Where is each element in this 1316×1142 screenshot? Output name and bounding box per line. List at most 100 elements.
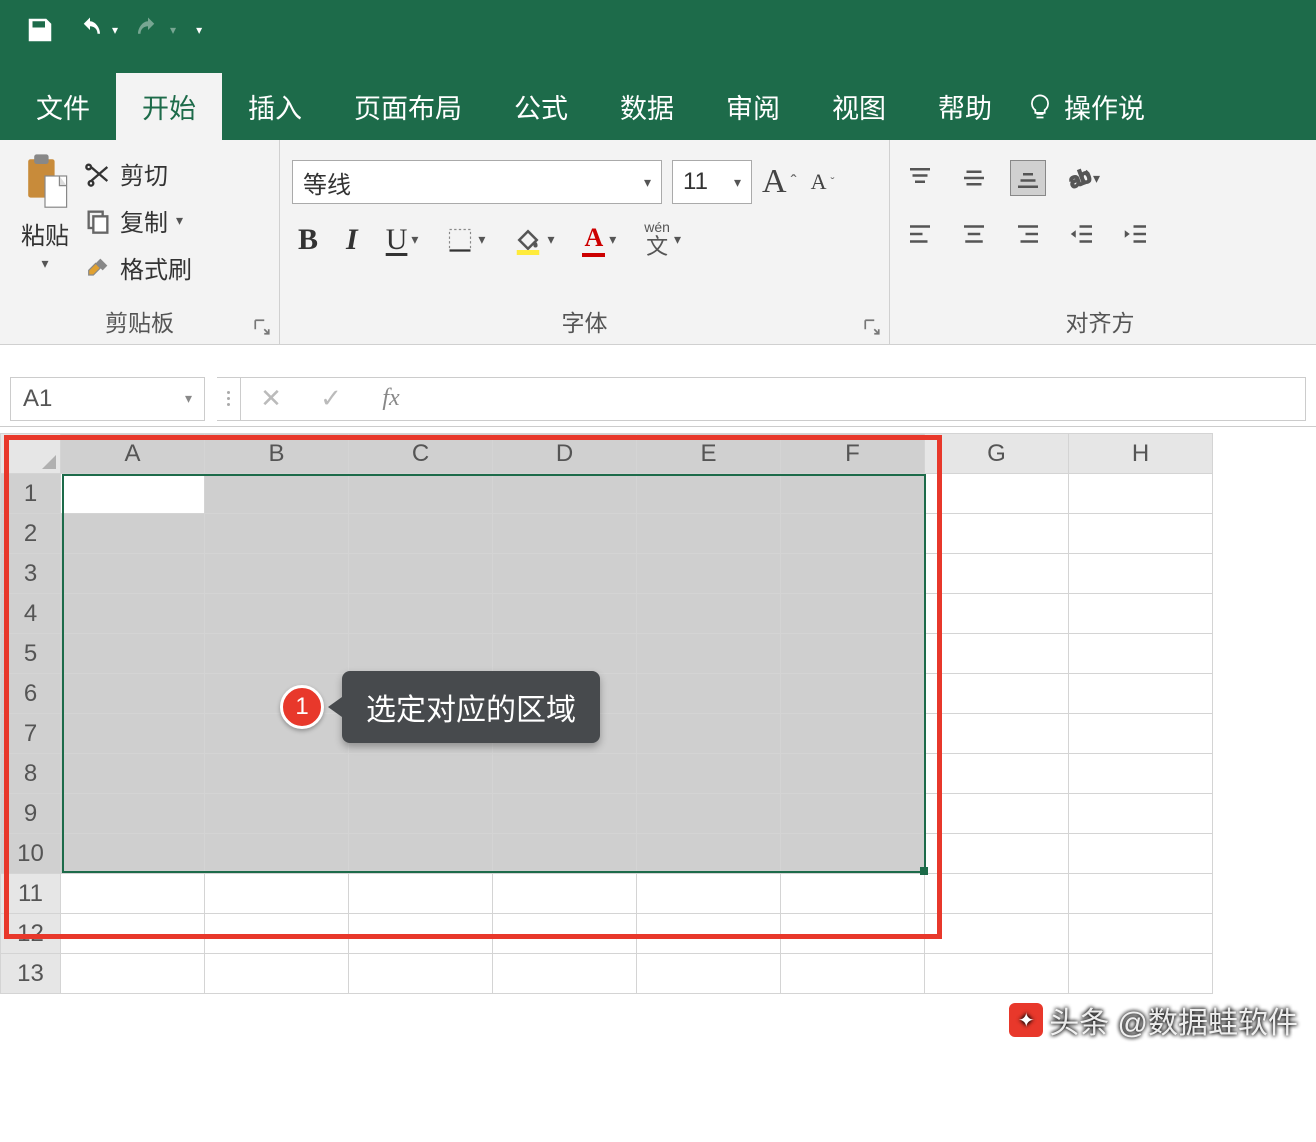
font-size-combo[interactable]: 11 ▾: [672, 160, 752, 204]
cell-F10[interactable]: [781, 834, 925, 874]
shrink-font-button[interactable]: Aˇ: [807, 169, 835, 195]
paste-button[interactable]: 粘贴 ▾: [12, 146, 78, 272]
tab-data[interactable]: 数据: [594, 73, 700, 140]
cell-G11[interactable]: [925, 874, 1069, 914]
cell-A9[interactable]: [61, 794, 205, 834]
cell-A7[interactable]: [61, 714, 205, 754]
tell-me-search[interactable]: 操作说: [1018, 73, 1153, 140]
tab-file[interactable]: 文件: [10, 73, 116, 140]
cell-C2[interactable]: [349, 514, 493, 554]
column-header-A[interactable]: A: [61, 434, 205, 474]
formula-input[interactable]: [421, 377, 1306, 421]
row-header-3[interactable]: 3: [1, 554, 61, 594]
phonetic-guide-button[interactable]: wén 文 ▾: [644, 220, 681, 260]
cell-E3[interactable]: [637, 554, 781, 594]
cell-F6[interactable]: [781, 674, 925, 714]
qat-customize[interactable]: ▾: [196, 23, 202, 37]
cell-H6[interactable]: [1069, 674, 1213, 714]
row-header-5[interactable]: 5: [1, 634, 61, 674]
row-header-7[interactable]: 7: [1, 714, 61, 754]
insert-function-button[interactable]: fx: [361, 385, 421, 412]
cell-A10[interactable]: [61, 834, 205, 874]
cell-E13[interactable]: [637, 954, 781, 994]
redo-button[interactable]: [128, 10, 168, 50]
cell-F5[interactable]: [781, 634, 925, 674]
cell-F11[interactable]: [781, 874, 925, 914]
cell-H13[interactable]: [1069, 954, 1213, 994]
cell-B5[interactable]: [205, 634, 349, 674]
cell-G6[interactable]: [925, 674, 1069, 714]
cell-A1[interactable]: [61, 474, 205, 514]
orientation-button[interactable]: ab ▾: [1064, 160, 1100, 196]
cell-G4[interactable]: [925, 594, 1069, 634]
cell-H4[interactable]: [1069, 594, 1213, 634]
cell-A5[interactable]: [61, 634, 205, 674]
tab-formulas[interactable]: 公式: [488, 73, 594, 140]
cell-E1[interactable]: [637, 474, 781, 514]
cell-C10[interactable]: [349, 834, 493, 874]
font-launcher[interactable]: [863, 318, 881, 336]
underline-button[interactable]: U▾: [386, 223, 419, 257]
align-middle-button[interactable]: [956, 160, 992, 196]
row-header-6[interactable]: 6: [1, 674, 61, 714]
fill-color-button[interactable]: ▾: [513, 225, 554, 255]
font-color-button[interactable]: A ▾: [582, 223, 616, 257]
row-header-12[interactable]: 12: [1, 914, 61, 954]
cell-F9[interactable]: [781, 794, 925, 834]
cell-F7[interactable]: [781, 714, 925, 754]
cell-G10[interactable]: [925, 834, 1069, 874]
cell-B13[interactable]: [205, 954, 349, 994]
column-header-C[interactable]: C: [349, 434, 493, 474]
tab-review[interactable]: 审阅: [700, 73, 806, 140]
align-left-button[interactable]: [902, 216, 938, 252]
cell-F12[interactable]: [781, 914, 925, 954]
cell-H10[interactable]: [1069, 834, 1213, 874]
cell-E2[interactable]: [637, 514, 781, 554]
cell-B10[interactable]: [205, 834, 349, 874]
format-painter-button[interactable]: 格式刷: [84, 250, 192, 285]
cell-C3[interactable]: [349, 554, 493, 594]
namebox-resize[interactable]: [217, 377, 241, 421]
cut-button[interactable]: 剪切: [84, 156, 192, 191]
cell-A12[interactable]: [61, 914, 205, 954]
clipboard-launcher[interactable]: [253, 318, 271, 336]
cell-B11[interactable]: [205, 874, 349, 914]
cell-C9[interactable]: [349, 794, 493, 834]
cell-G8[interactable]: [925, 754, 1069, 794]
align-right-button[interactable]: [1010, 216, 1046, 252]
cell-B8[interactable]: [205, 754, 349, 794]
cell-D2[interactable]: [493, 514, 637, 554]
cell-E5[interactable]: [637, 634, 781, 674]
cell-D5[interactable]: [493, 634, 637, 674]
cell-C4[interactable]: [349, 594, 493, 634]
row-header-11[interactable]: 11: [1, 874, 61, 914]
row-header-13[interactable]: 13: [1, 954, 61, 994]
cell-D8[interactable]: [493, 754, 637, 794]
enter-formula-button[interactable]: ✓: [301, 383, 361, 414]
column-header-G[interactable]: G: [925, 434, 1069, 474]
cell-D11[interactable]: [493, 874, 637, 914]
cell-H7[interactable]: [1069, 714, 1213, 754]
cell-A8[interactable]: [61, 754, 205, 794]
cell-H12[interactable]: [1069, 914, 1213, 954]
cell-D12[interactable]: [493, 914, 637, 954]
cell-F4[interactable]: [781, 594, 925, 634]
row-header-9[interactable]: 9: [1, 794, 61, 834]
cell-B3[interactable]: [205, 554, 349, 594]
cancel-formula-button[interactable]: ✕: [241, 383, 301, 414]
column-header-F[interactable]: F: [781, 434, 925, 474]
cell-G13[interactable]: [925, 954, 1069, 994]
cell-G7[interactable]: [925, 714, 1069, 754]
cell-E9[interactable]: [637, 794, 781, 834]
align-center-button[interactable]: [956, 216, 992, 252]
cell-F2[interactable]: [781, 514, 925, 554]
column-header-B[interactable]: B: [205, 434, 349, 474]
cell-A3[interactable]: [61, 554, 205, 594]
cell-H1[interactable]: [1069, 474, 1213, 514]
cell-E11[interactable]: [637, 874, 781, 914]
cell-A2[interactable]: [61, 514, 205, 554]
column-header-E[interactable]: E: [637, 434, 781, 474]
cell-B2[interactable]: [205, 514, 349, 554]
cell-D10[interactable]: [493, 834, 637, 874]
cell-F3[interactable]: [781, 554, 925, 594]
